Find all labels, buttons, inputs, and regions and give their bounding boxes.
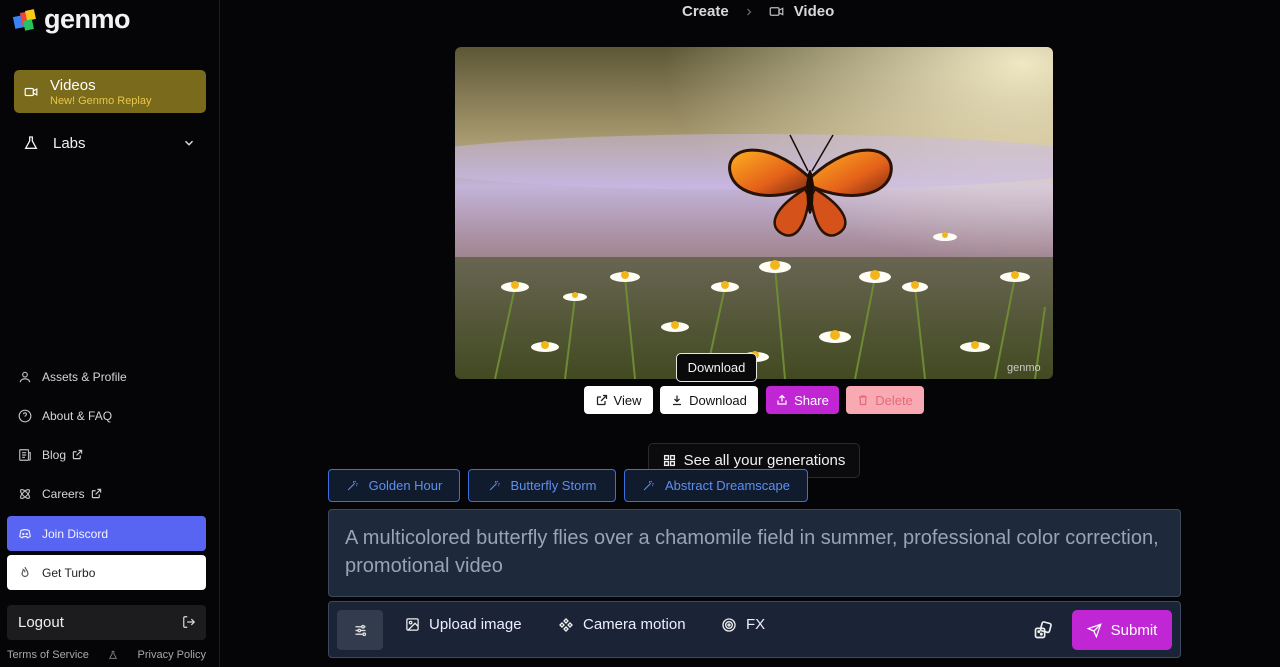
magic-wand-icon (347, 480, 358, 491)
sidebar: genmo Videos New! Genmo Replay Labs Asse… (0, 0, 220, 667)
move-icon (559, 617, 573, 632)
atom-icon (19, 488, 31, 499)
breadcrumb-create[interactable]: Create (682, 3, 729, 20)
external-link-icon (91, 488, 101, 499)
logout-icon (183, 616, 196, 628)
flask-icon (24, 136, 38, 149)
sidebar-link-label: About & FAQ (42, 408, 113, 423)
dice-icon[interactable] (1033, 620, 1053, 640)
sidebar-link-label: Blog (42, 447, 67, 462)
genmo-logo-icon (12, 8, 36, 31)
see-all-label: See all your generations (683, 452, 846, 469)
help-circle-icon (18, 409, 32, 422)
sidebar-item-label: Videos (50, 76, 96, 94)
get-turbo-button[interactable]: Get Turbo (7, 555, 206, 590)
sidebar-link-assets-profile[interactable]: Assets & Profile (7, 359, 206, 394)
settings-button[interactable] (337, 610, 383, 650)
fx-button[interactable]: FX (721, 616, 765, 633)
download-button[interactable]: Download (660, 386, 758, 414)
prompt-toolbar: Upload image Camera motion FX Submit (328, 601, 1181, 658)
privacy-link[interactable]: Privacy Policy (138, 649, 206, 661)
breadcrumb-current: Video (793, 3, 835, 20)
send-icon (1086, 622, 1102, 638)
external-link-icon (72, 449, 83, 460)
chip-label: Abstract Dreamscape (665, 478, 790, 493)
chevron-down-icon (184, 140, 194, 146)
camera-motion-button[interactable]: Camera motion (558, 616, 686, 633)
magic-wand-icon (643, 480, 654, 491)
user-icon (19, 371, 31, 382)
prompt-input[interactable]: A multicolored butterfly flies over a ch… (328, 509, 1181, 597)
submit-label: Submit (1110, 621, 1158, 639)
sidebar-link-careers[interactable]: Careers (7, 476, 206, 511)
terms-link[interactable]: Terms of Service (7, 649, 89, 661)
trash-icon (859, 395, 868, 406)
sidebar-footer: Terms of Service Privacy Policy (7, 649, 206, 661)
sidebar-item-labs[interactable]: Labs (14, 128, 206, 158)
upload-label: Upload image (429, 616, 522, 633)
video-camera-icon (24, 87, 38, 96)
download-icon (673, 395, 682, 406)
fx-label: FX (746, 616, 766, 633)
grid-icon (663, 454, 675, 467)
sliders-icon (355, 624, 366, 636)
newspaper-icon (19, 448, 31, 461)
breadcrumb-video: Video (769, 3, 835, 20)
chip-label: Golden Hour (368, 478, 443, 493)
submit-button[interactable]: Submit (1072, 610, 1172, 650)
discord-icon (19, 528, 31, 538)
suggestion-chip-butterfly-storm[interactable]: Butterfly Storm (468, 469, 616, 502)
download-label: Download (689, 392, 747, 408)
target-icon (722, 617, 736, 632)
flask-small-icon (109, 650, 118, 659)
share-button[interactable]: Share (766, 386, 839, 414)
suggestion-chip-golden-hour[interactable]: Golden Hour (328, 469, 460, 502)
sidebar-link-label: Careers (42, 486, 85, 501)
join-discord-button[interactable]: Join Discord (7, 516, 206, 551)
upload-image-button[interactable]: Upload image (405, 616, 522, 633)
video-thumbnail: genmo (455, 47, 1053, 379)
logout-button[interactable]: Logout (7, 605, 206, 640)
logo-text: genmo (44, 4, 131, 34)
video-camera-icon (769, 7, 784, 16)
chip-label: Butterfly Storm (510, 478, 597, 493)
video-player[interactable]: genmo (455, 47, 1053, 379)
chevron-right-icon (746, 8, 752, 15)
sidebar-item-label: Labs (53, 134, 86, 152)
flame-icon (21, 566, 29, 577)
sidebar-link-blog[interactable]: Blog (7, 437, 206, 472)
logo[interactable]: genmo (12, 4, 131, 35)
external-link-icon (596, 394, 607, 406)
download-tooltip: Download (676, 353, 757, 382)
view-label: View (613, 392, 642, 408)
breadcrumb: Create Video (682, 3, 834, 20)
suggestion-chip-abstract-dreamscape[interactable]: Abstract Dreamscape (624, 469, 808, 502)
sidebar-link-label: Assets & Profile (42, 369, 127, 384)
sidebar-link-label: Join Discord (42, 526, 109, 541)
sidebar-item-videos[interactable]: Videos New! Genmo Replay (14, 70, 206, 113)
delete-label: Delete (875, 392, 913, 408)
camera-label: Camera motion (583, 616, 686, 633)
share-label: Share (794, 392, 829, 408)
magic-wand-icon (489, 480, 500, 491)
share-icon (777, 394, 787, 405)
view-button[interactable]: View (584, 386, 653, 414)
delete-button[interactable]: Delete (846, 386, 924, 414)
image-plus-icon (406, 618, 419, 631)
sidebar-item-sublabel: New! Genmo Replay (50, 94, 152, 107)
sidebar-link-about-faq[interactable]: About & FAQ (7, 398, 206, 433)
sidebar-link-label: Get Turbo (42, 565, 96, 580)
watermark: genmo (1007, 362, 1041, 374)
logout-label: Logout (18, 614, 64, 631)
